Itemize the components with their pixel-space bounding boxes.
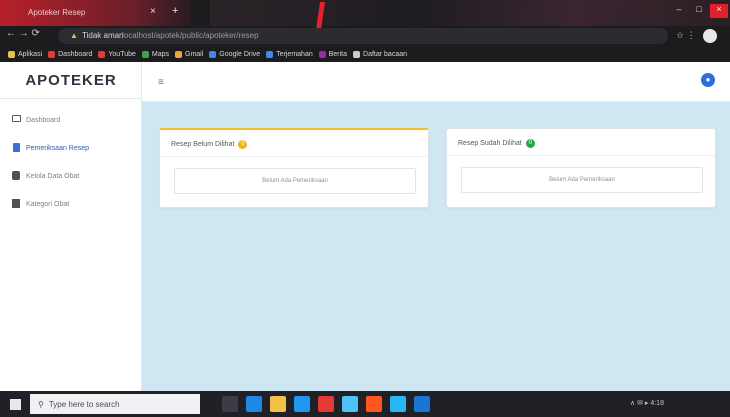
taskbar-app-icon[interactable] [390,396,406,412]
bookmark-label: Berita [328,51,348,58]
bookmark-favicon-icon [48,51,56,58]
sidebar-item-label: Dashboard [26,116,61,124]
sidebar-item-pemeriksaan-resep[interactable]: Pemeriksaan Resep [0,134,142,162]
tab-close-icon[interactable]: × [150,6,156,17]
sidebar-item-label: Kategori Obat [26,200,70,208]
bookmark-item[interactable]: Terjemahan [266,51,313,58]
minimize-icon[interactable]: – [670,4,688,18]
browser-chrome: Apoteker Resep × + – □ × ← → ⟳ ▲ Tidak a… [0,0,730,62]
security-label[interactable]: Tidak aman [82,31,124,40]
bookmark-favicon-icon [318,51,326,58]
bookmark-label: Gmail [185,51,204,58]
user-icon[interactable]: ● [701,73,715,87]
search-icon: ⚲ [38,399,44,409]
card-resep-belum-dilihat: Resep Belum Dilihat 0 Belum Ada Pemeriks… [159,128,429,208]
taskbar-app-icon[interactable] [342,396,358,412]
grid-icon [12,199,20,208]
windows-start-icon[interactable] [10,399,21,410]
browser-tab[interactable]: Apoteker Resep × [0,0,190,26]
bookmark-favicon-icon [98,51,106,58]
sidebar-item-label: Kelola Data Obat [26,172,80,180]
bookmark-label: YouTube [108,51,136,58]
taskbar-app-icon[interactable] [414,396,430,412]
bookmark-item[interactable]: Maps [141,51,170,58]
sidebar: APOTEKER Dashboard Pemeriksaan Resep Kel… [0,62,142,391]
bookmark-item[interactable]: YouTube [98,51,136,58]
sidebar-item-kategori-obat[interactable]: Kategori Obat [0,190,142,218]
count-badge: 0 [238,140,248,149]
card-title-text: Resep Belum Dilihat [171,141,235,148]
warning-icon: ▲ [70,31,78,40]
taskbar-app-icon[interactable] [246,396,262,412]
empty-state: Belum Ada Pemeriksaan [174,168,416,194]
bookmark-label: Aplikasi [18,51,43,58]
new-tab-icon[interactable]: + [172,5,178,17]
count-badge: 0 [525,139,535,148]
bookmark-favicon-icon [175,51,183,58]
bookmark-favicon-icon [8,51,15,58]
maximize-icon[interactable]: □ [690,4,708,18]
bookmark-favicon-icon [353,51,361,58]
tab-title: Apoteker Resep [28,8,86,17]
card-title-text: Resep Sudah Dilihat [458,140,522,147]
bookmark-item[interactable]: Aplikasi [8,51,42,58]
database-icon [12,171,20,180]
taskbar-app-icon[interactable] [222,396,238,412]
file-icon [13,143,20,152]
tab-strip-background [210,0,730,26]
bookmark-label: Maps [151,51,170,58]
card-title: Resep Sudah Dilihat 0 [458,139,535,148]
card-title: Resep Belum Dilihat 0 [171,140,248,149]
bookmark-star-icon[interactable]: ☆ ⋮ [676,30,696,41]
main-content: Resep Belum Dilihat 0 Belum Ada Pemeriks… [142,102,730,391]
taskbar-app-icon[interactable] [294,396,310,412]
taskbar-app-icon[interactable] [318,396,334,412]
menu-toggle-icon[interactable]: ≡ [158,77,164,88]
divider [160,156,428,157]
bookmark-item[interactable]: Daftar bacaan [353,51,407,58]
sidebar-item-kelola-data-obat[interactable]: Kelola Data Obat [0,162,142,190]
bookmark-item[interactable]: Google Drive [209,51,260,58]
bookmark-item[interactable]: Berita [318,51,348,58]
sidebar-item-label: Pemeriksaan Resep [26,144,90,152]
taskbar-apps [222,396,430,412]
sidebar-item-dashboard[interactable]: Dashboard [0,106,142,134]
bookmark-label: Google Drive [219,51,261,58]
brand-title[interactable]: APOTEKER [0,62,142,99]
card-resep-sudah-dilihat: Resep Sudah Dilihat 0 Belum Ada Pemeriks… [446,128,716,208]
taskbar-app-icon[interactable] [270,396,286,412]
bookmark-favicon-icon [266,51,274,58]
navigation-icons[interactable]: ← → ⟳ [6,28,40,39]
taskbar: ⚲ Type here to search ∧ ✉ ▸ 4:18 [0,391,730,417]
monitor-icon [12,115,21,122]
bookmark-label: Dashboard [58,51,93,58]
close-window-icon[interactable]: × [710,4,728,18]
bookmark-item[interactable]: Gmail [175,51,203,58]
sidebar-menu: Dashboard Pemeriksaan Resep Kelola Data … [0,106,142,218]
divider [447,155,715,156]
taskbar-search[interactable]: ⚲ Type here to search [30,394,200,414]
url-text[interactable]: localhost/apotek/public/apoteker/resep [122,31,259,40]
bookmark-item[interactable]: Dashboard [48,51,92,58]
empty-state: Belum Ada Pemeriksaan [461,167,703,193]
search-placeholder: Type here to search [48,399,120,409]
top-navbar: ≡ ● [142,62,730,102]
bookmark-label: Terjemahan [276,51,313,58]
system-tray[interactable]: ∧ ✉ ▸ 4:18 [630,399,664,407]
bookmark-favicon-icon [209,51,217,58]
taskbar-app-icon[interactable] [366,396,382,412]
bookmarks-bar: Aplikasi Dashboard YouTube Maps Gmail Google … [0,47,730,62]
profile-avatar[interactable] [703,29,717,43]
bookmark-label: Daftar bacaan [363,51,408,58]
bookmark-favicon-icon [141,51,149,58]
